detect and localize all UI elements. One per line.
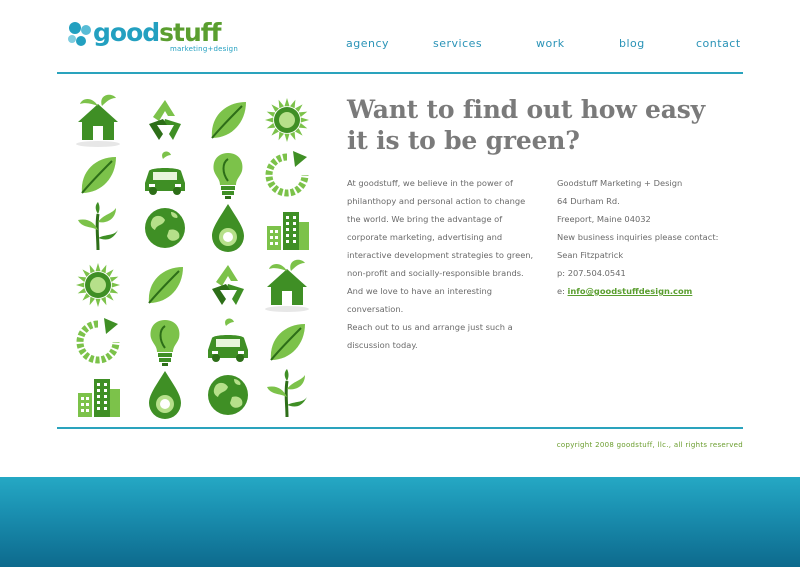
contact-block: Goodstuff Marketing + Design 64 Durham R… [557, 174, 718, 300]
refresh-arrow-icon [257, 147, 317, 205]
sapling-icon [68, 200, 128, 258]
intro-line: non-profit and socially-responsible bran… [347, 268, 524, 278]
house-icon [68, 92, 128, 150]
intro-line: corporate marketing, advertising and [347, 232, 503, 242]
nav-agency[interactable]: agency [346, 37, 389, 50]
recycle-icon [198, 257, 258, 315]
recycle-icon [135, 92, 195, 150]
footer-band [0, 477, 800, 567]
headline-line-1: Want to find out how easy [347, 95, 705, 124]
logo[interactable]: goodstuff marketing+design [66, 18, 238, 58]
water-drop-icon [135, 367, 195, 425]
nav-contact[interactable]: contact [696, 37, 741, 50]
house-icon [257, 257, 317, 315]
leaf-icon [198, 92, 258, 150]
intro-line: the world. We bring the advantage of [347, 214, 503, 224]
contact-street: 64 Durham Rd. [557, 196, 620, 206]
buildings-icon [257, 200, 317, 258]
contact-phone: p: 207.504.0541 [557, 268, 626, 278]
nav-work[interactable]: work [536, 37, 565, 50]
buildings-icon [68, 367, 128, 425]
logo-tagline: marketing+design [170, 45, 238, 53]
header-divider [57, 72, 743, 74]
page: goodstuff marketing+design agency servic… [0, 0, 800, 567]
globe-icon [135, 200, 195, 258]
contact-inquiries: New business inquiries please contact: [557, 232, 719, 242]
sun-icon [68, 257, 128, 315]
intro-paragraph: At goodstuff, we believe in the power of… [347, 174, 533, 354]
page-headline: Want to find out how easy it is to be gr… [347, 94, 727, 156]
intro-line: conversation. [347, 304, 404, 314]
nav-blog[interactable]: blog [619, 37, 645, 50]
headline-line-2: it is to be green? [347, 126, 580, 155]
intro-line: philanthopy and personal action to chang… [347, 196, 526, 206]
lightbulb-icon [135, 314, 195, 372]
contact-name: Sean Fitzpatrick [557, 250, 624, 260]
water-drop-icon [198, 200, 258, 258]
intro-line: Reach out to us and arrange just such a [347, 322, 513, 332]
car-icon [198, 314, 258, 372]
contact-email-row: e: info@goodstuffdesign.com [557, 282, 718, 300]
logo-wordmark: goodstuff [93, 18, 222, 47]
footer-divider [57, 427, 743, 429]
sun-icon [257, 92, 317, 150]
leaf-icon [68, 147, 128, 205]
intro-line: interactive development strategies to gr… [347, 250, 534, 260]
intro-line: And we love to have an interesting [347, 286, 493, 296]
intro-line: discussion today. [347, 340, 418, 350]
logo-dots-icon [68, 22, 91, 46]
car-icon [135, 147, 195, 205]
contact-city: Freeport, Maine 04032 [557, 214, 651, 224]
copyright-text: copyright 2008 goodstuff, llc., all righ… [556, 441, 743, 449]
nav-services[interactable]: services [433, 37, 482, 50]
globe-icon [198, 367, 258, 425]
lightbulb-icon [198, 147, 258, 205]
refresh-arrow-icon [68, 314, 128, 372]
intro-line: At goodstuff, we believe in the power of [347, 178, 513, 188]
leaf-icon [135, 257, 195, 315]
contact-company: Goodstuff Marketing + Design [557, 178, 683, 188]
leaf-icon [257, 314, 317, 372]
sapling-icon [257, 367, 317, 425]
email-link[interactable]: info@goodstuffdesign.com [568, 286, 693, 296]
email-prefix: e: [557, 286, 565, 296]
